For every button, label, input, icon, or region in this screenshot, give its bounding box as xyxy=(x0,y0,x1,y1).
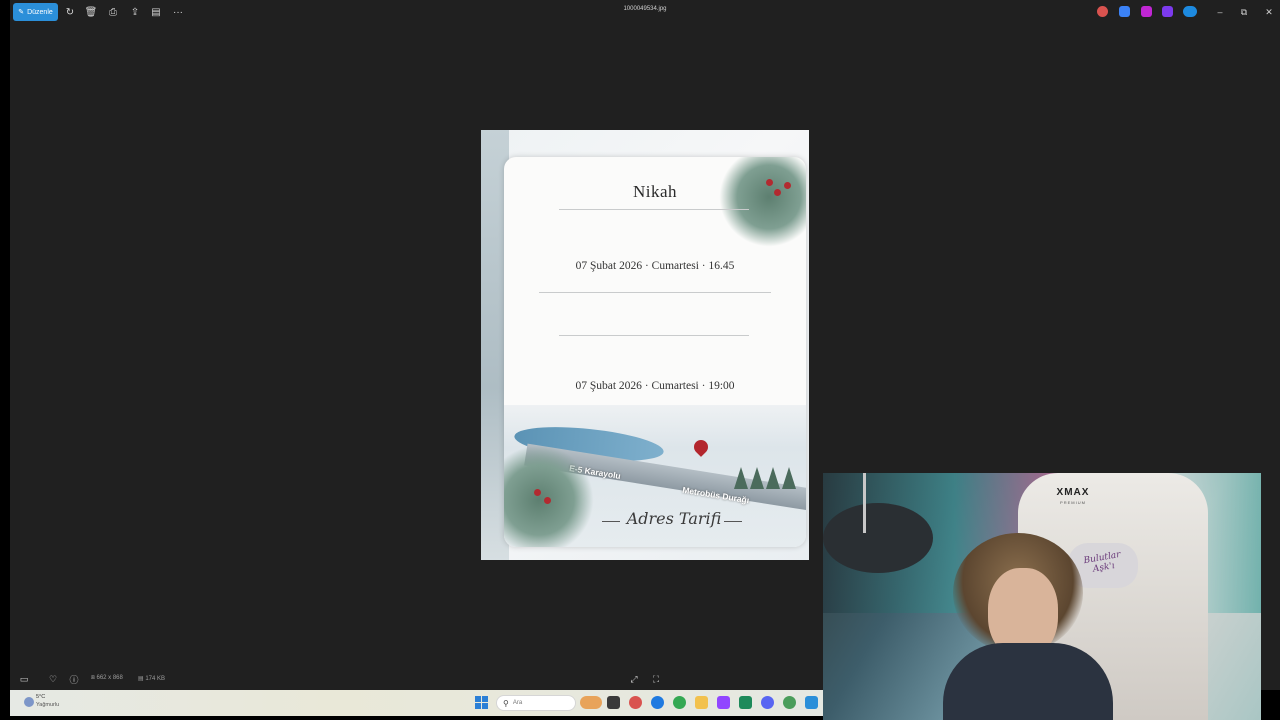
search-icon: ⚲ xyxy=(503,698,509,708)
minimize-icon[interactable]: – xyxy=(1212,5,1228,19)
restore-icon[interactable]: ⧉ xyxy=(1236,5,1252,19)
clipchamp-icon[interactable] xyxy=(1141,6,1152,17)
invitation-photo: Nikah 07 Şubat 2026 · Cumartesi · 16.45 … xyxy=(481,130,809,560)
edit-button-label: Düzenle xyxy=(27,8,53,16)
streamer xyxy=(943,533,1113,720)
file-size: ▤ 174 KB xyxy=(138,675,165,682)
taskbar: 5°C Yağmurlu ⚲ Ara xyxy=(10,690,823,716)
rotate-icon[interactable]: ↻ xyxy=(63,5,77,19)
title-bar: ✎ Düzenle ↻ 🗑 ⎙ ⇪ ▤ ··· 1000049534.jpg –… xyxy=(10,0,1280,24)
more-icon[interactable]: ··· xyxy=(171,5,185,19)
pine-decoration xyxy=(719,157,806,247)
delete-icon[interactable]: 🗑 xyxy=(84,5,98,19)
edit-button[interactable]: ✎ Düzenle xyxy=(13,3,58,21)
taskbar-search[interactable]: ⚲ Ara xyxy=(496,695,576,711)
file-explorer-icon[interactable] xyxy=(695,696,708,709)
chair-brand-sub: PREMIUM xyxy=(1060,500,1086,505)
share-icon[interactable]: ⇪ xyxy=(128,5,142,19)
location-pin-icon xyxy=(691,437,711,457)
card-title: Nikah xyxy=(632,182,678,201)
photos-taskbar-icon[interactable] xyxy=(805,696,818,709)
streamer-hoodie xyxy=(943,643,1113,720)
directions-label: Adres Tarifi xyxy=(626,509,722,528)
chrome-profile-icon[interactable] xyxy=(783,696,796,709)
event-date-2: 07 Şubat 2026 · Cumartesi · 19:00 xyxy=(575,380,735,392)
copilot-icon[interactable] xyxy=(1097,6,1108,17)
close-icon[interactable]: ✕ xyxy=(1261,5,1277,19)
task-view-icon[interactable] xyxy=(607,696,620,709)
print-icon[interactable]: ⎙ xyxy=(106,5,120,19)
divider xyxy=(539,292,771,293)
fullscreen-icon[interactable]: ⛶ xyxy=(649,672,663,686)
invitation-card: Nikah 07 Şubat 2026 · Cumartesi · 16.45 … xyxy=(504,157,806,547)
dimensions-value: 662 x 868 xyxy=(96,675,123,681)
divider xyxy=(724,521,742,522)
fit-to-window-icon[interactable]: ⤢ xyxy=(627,672,641,686)
file-name: 1000049534.jpg xyxy=(623,6,667,12)
weather-widget[interactable]: 5°C Yağmurlu xyxy=(24,694,84,712)
divider xyxy=(559,209,749,210)
designer-icon[interactable] xyxy=(1162,6,1173,17)
webcam-overlay: XMAX PREMIUM Bulutlar Aşk'ı xyxy=(823,473,1261,720)
filmstrip-icon[interactable]: ▭ xyxy=(17,672,31,686)
dimensions-icon: ⧈ xyxy=(91,675,95,681)
weather-icon xyxy=(24,697,34,707)
copilot-taskbar-icon[interactable] xyxy=(629,696,642,709)
event-date-1: 07 Şubat 2026 · Cumartesi · 16.45 xyxy=(575,260,735,272)
edge-icon[interactable] xyxy=(651,696,664,709)
taskbar-widget-icon[interactable] xyxy=(580,696,602,709)
filesize-icon: ▤ xyxy=(138,676,144,682)
image-dimensions: ⧈ 662 x 868 xyxy=(91,675,123,682)
search-placeholder: Ara xyxy=(512,700,523,706)
weather-condition: Yağmurlu xyxy=(36,702,60,708)
tree-group xyxy=(734,455,804,489)
chrome-icon[interactable] xyxy=(673,696,686,709)
onedrive-icon[interactable] xyxy=(1183,6,1197,17)
webcam-lamp xyxy=(863,473,866,533)
filesize-value: 174 KB xyxy=(145,676,166,682)
chair-brand: XMAX xyxy=(1056,487,1090,498)
divider xyxy=(559,335,749,336)
photos-icon[interactable] xyxy=(1119,6,1130,17)
webcam-table xyxy=(823,503,933,573)
twitch-icon[interactable] xyxy=(717,696,730,709)
info-circle-icon[interactable]: ⓘ xyxy=(67,672,81,686)
favorite-icon[interactable]: ♡ xyxy=(46,672,60,686)
store-icon[interactable] xyxy=(739,696,752,709)
berry-decoration xyxy=(534,489,541,496)
info-icon[interactable]: ▤ xyxy=(149,5,163,19)
berry-decoration xyxy=(544,497,551,504)
discord-icon[interactable] xyxy=(761,696,774,709)
start-button-icon[interactable] xyxy=(475,696,488,709)
weather-temp: 5°C xyxy=(36,694,46,700)
edit-icon: ✎ xyxy=(18,9,25,16)
